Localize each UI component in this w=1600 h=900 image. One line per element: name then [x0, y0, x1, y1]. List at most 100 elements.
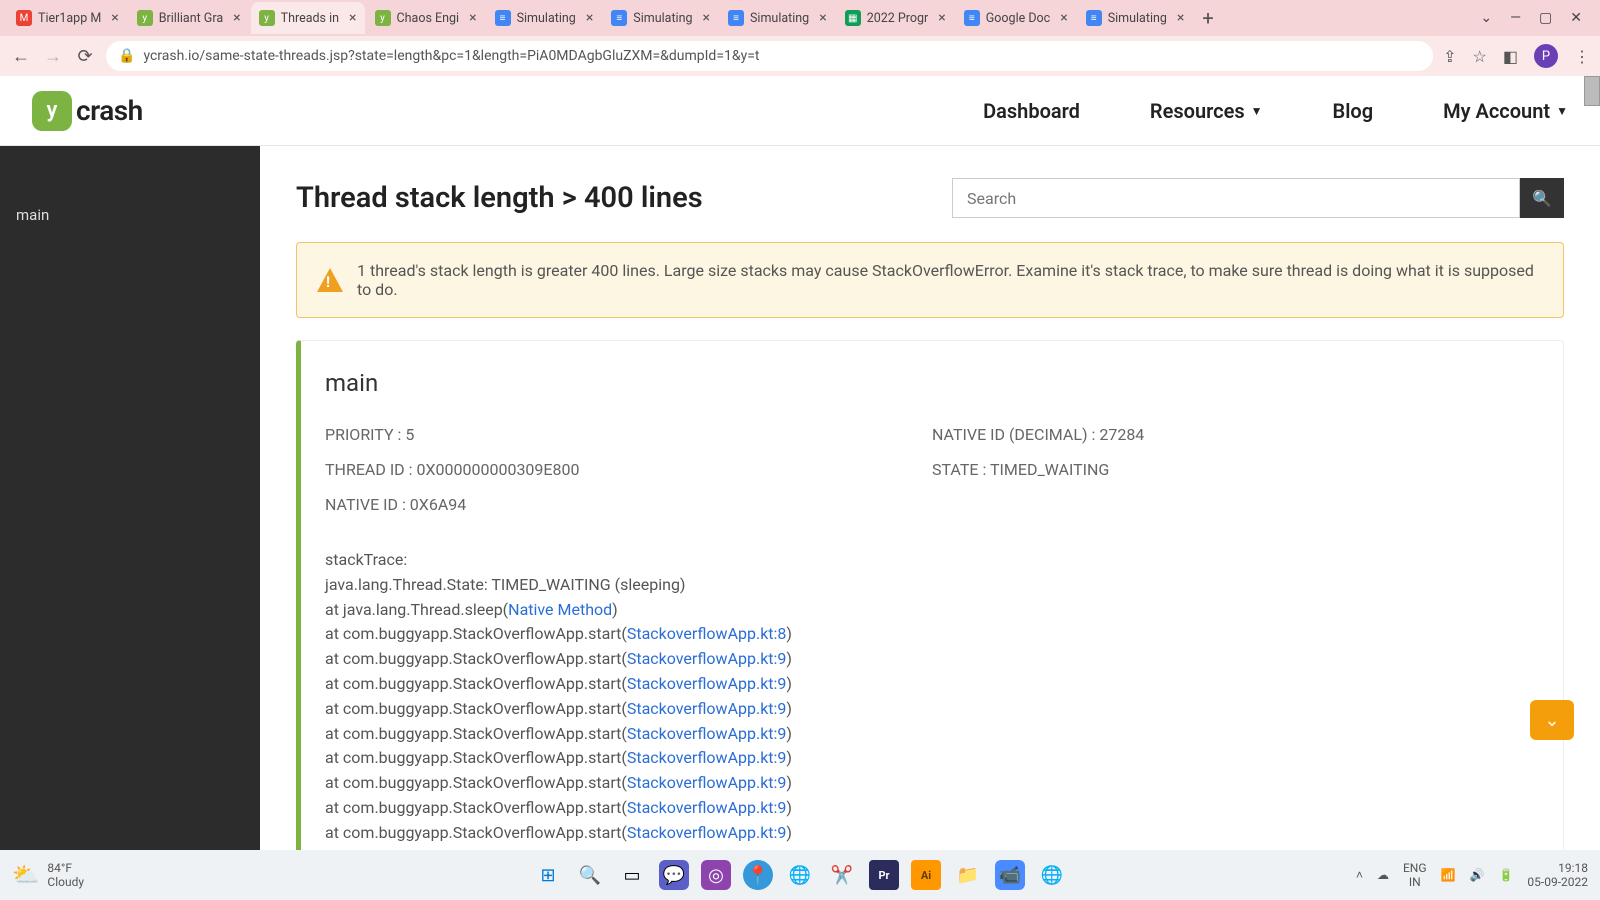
- browser-tab[interactable]: ≡Simulating×: [720, 2, 835, 34]
- stack-line: at com.buggyapp.StackOverflowApp.start(S…: [325, 672, 1539, 697]
- browser-tab[interactable]: yBrilliant Gra×: [129, 2, 249, 34]
- stack-link[interactable]: StackoverflowApp.kt:9: [627, 798, 787, 817]
- extensions-icon[interactable]: ◧: [1503, 47, 1518, 66]
- search-button[interactable]: 🔍: [1520, 178, 1564, 218]
- app-icon[interactable]: 📹: [995, 860, 1025, 890]
- stack-link[interactable]: StackoverflowApp.kt:9: [627, 674, 787, 693]
- stack-link[interactable]: StackoverflowApp.kt:8: [627, 624, 787, 643]
- dropdown-icon[interactable]: ⌄: [1480, 10, 1492, 26]
- app-icon[interactable]: ◎: [701, 860, 731, 890]
- logo-icon: y: [32, 91, 72, 131]
- stack-link[interactable]: Native Method: [508, 600, 612, 619]
- weather-icon: ⛅: [12, 863, 39, 888]
- tab-close-icon[interactable]: ×: [586, 10, 593, 26]
- app-icon[interactable]: 💬: [659, 860, 689, 890]
- search-icon: 🔍: [1532, 189, 1552, 208]
- tab-close-icon[interactable]: ×: [349, 10, 356, 26]
- app-icon[interactable]: Ai: [911, 860, 941, 890]
- profile-avatar[interactable]: P: [1534, 44, 1558, 68]
- bookmark-icon[interactable]: ☆: [1473, 47, 1487, 66]
- start-button[interactable]: ⊞: [533, 860, 563, 890]
- nav-resources[interactable]: Resources▼: [1150, 99, 1263, 123]
- language-region: IN: [1403, 875, 1427, 889]
- chevron-down-icon: ▼: [1556, 104, 1568, 118]
- battery-icon[interactable]: 🔋: [1498, 868, 1513, 882]
- tab-favicon: ≡: [1086, 10, 1102, 26]
- close-window-button[interactable]: ✕: [1570, 10, 1582, 26]
- chrome-icon[interactable]: 🌐: [785, 860, 815, 890]
- tray-chevron-icon[interactable]: ˄: [1356, 868, 1363, 882]
- condition: Cloudy: [47, 875, 84, 889]
- tab-close-icon[interactable]: ×: [233, 10, 240, 26]
- tab-title: Tier1app M: [38, 11, 101, 26]
- browser-tab[interactable]: ≡Simulating×: [1078, 2, 1193, 34]
- address-bar: ← → ⟳ 🔒 ycrash.io/same-state-threads.jsp…: [0, 36, 1600, 76]
- stack-line: at com.buggyapp.StackOverflowApp.start(S…: [325, 722, 1539, 747]
- stack-line: at com.buggyapp.StackOverflowApp.start(S…: [325, 796, 1539, 821]
- app-icon[interactable]: ✂️: [827, 860, 857, 890]
- volume-icon[interactable]: 🔊: [1470, 868, 1485, 882]
- scroll-down-button[interactable]: ⌄: [1530, 700, 1574, 740]
- tab-title: Simulating: [517, 11, 576, 26]
- search-taskbar-icon[interactable]: 🔍: [575, 860, 605, 890]
- url-input[interactable]: 🔒 ycrash.io/same-state-threads.jsp?state…: [106, 41, 1433, 71]
- chevron-down-icon: ▼: [1251, 104, 1263, 118]
- stack-link[interactable]: StackoverflowApp.kt:9: [627, 724, 787, 743]
- tab-favicon: ≡: [495, 10, 511, 26]
- tab-close-icon[interactable]: ×: [469, 10, 476, 26]
- stack-line: at com.buggyapp.StackOverflowApp.start(S…: [325, 821, 1539, 846]
- new-tab-button[interactable]: +: [1194, 6, 1221, 30]
- stack-link[interactable]: StackoverflowApp.kt:9: [627, 649, 787, 668]
- stack-link[interactable]: StackoverflowApp.kt:9: [627, 773, 787, 792]
- cloud-icon[interactable]: ☁: [1377, 868, 1389, 882]
- app-icon[interactable]: Pr: [869, 860, 899, 890]
- logo-text: crash: [76, 94, 143, 127]
- browser-tab[interactable]: ≡ Simulating ×: [487, 2, 602, 34]
- minimize-button[interactable]: —: [1510, 10, 1521, 26]
- windows-taskbar: ⛅ 84°F Cloudy ⊞ 🔍 ▭ 💬 ◎ 📍 🌐 ✂️ Pr Ai 📁 📹…: [0, 850, 1600, 900]
- sidebar-item-main[interactable]: main: [16, 206, 244, 224]
- task-view-icon[interactable]: ▭: [617, 860, 647, 890]
- forward-button[interactable]: →: [42, 46, 64, 67]
- share-icon[interactable]: ⇪: [1443, 47, 1456, 66]
- tab-close-icon[interactable]: ×: [111, 10, 118, 26]
- page-title: Thread stack length > 400 lines: [296, 181, 703, 215]
- tab-close-icon[interactable]: ×: [1177, 10, 1184, 26]
- browser-tab[interactable]: MTier1app M×: [8, 2, 127, 34]
- app-icon[interactable]: 🌐: [1037, 860, 1067, 890]
- clock[interactable]: 19:18 05-09-2022: [1527, 861, 1588, 890]
- weather-widget[interactable]: ⛅ 84°F Cloudy: [12, 861, 84, 890]
- meta-native-id: NATIVE ID : 0X6A94: [325, 495, 932, 514]
- tab-close-icon[interactable]: ×: [1060, 10, 1067, 26]
- browser-tab[interactable]: yThreads in×: [251, 2, 365, 34]
- nav-blog[interactable]: Blog: [1333, 99, 1374, 123]
- file-explorer-icon[interactable]: 📁: [953, 860, 983, 890]
- tab-close-icon[interactable]: ×: [703, 10, 710, 26]
- app-icon[interactable]: 📍: [743, 860, 773, 890]
- stack-link[interactable]: StackoverflowApp.kt:9: [627, 748, 787, 767]
- stack-link[interactable]: StackoverflowApp.kt:9: [627, 823, 787, 842]
- tab-title: Chaos Engi: [397, 11, 460, 26]
- maximize-button[interactable]: ▢: [1539, 10, 1552, 26]
- nav-dashboard[interactable]: Dashboard: [983, 99, 1080, 123]
- wifi-icon[interactable]: 📶: [1441, 868, 1456, 882]
- back-button[interactable]: ←: [10, 46, 32, 67]
- logo[interactable]: y crash: [32, 91, 143, 131]
- tab-title: 2022 Progr: [867, 11, 929, 26]
- tab-close-icon[interactable]: ×: [938, 10, 945, 26]
- thread-name: main: [325, 369, 1539, 397]
- browser-tab[interactable]: ≡Simulating×: [603, 2, 718, 34]
- tab-close-icon[interactable]: ×: [819, 10, 826, 26]
- vertical-scrollbar[interactable]: [1584, 76, 1600, 106]
- menu-icon[interactable]: ⋮: [1574, 47, 1590, 66]
- stack-link[interactable]: StackoverflowApp.kt:9: [627, 699, 787, 718]
- browser-tab[interactable]: ≡Google Doc×: [956, 2, 1076, 34]
- browser-tab[interactable]: yChaos Engi×: [367, 2, 485, 34]
- nav-my-account[interactable]: My Account▼: [1443, 99, 1568, 123]
- reload-button[interactable]: ⟳: [74, 46, 96, 67]
- tab-favicon: ▦: [845, 10, 861, 26]
- browser-tab[interactable]: ▦ 2022 Progr ×: [837, 2, 954, 34]
- thread-card: main PRIORITY : 5 NATIVE ID (DECIMAL) : …: [296, 340, 1564, 850]
- search-input[interactable]: [952, 178, 1520, 218]
- language-code[interactable]: ENG: [1403, 861, 1427, 875]
